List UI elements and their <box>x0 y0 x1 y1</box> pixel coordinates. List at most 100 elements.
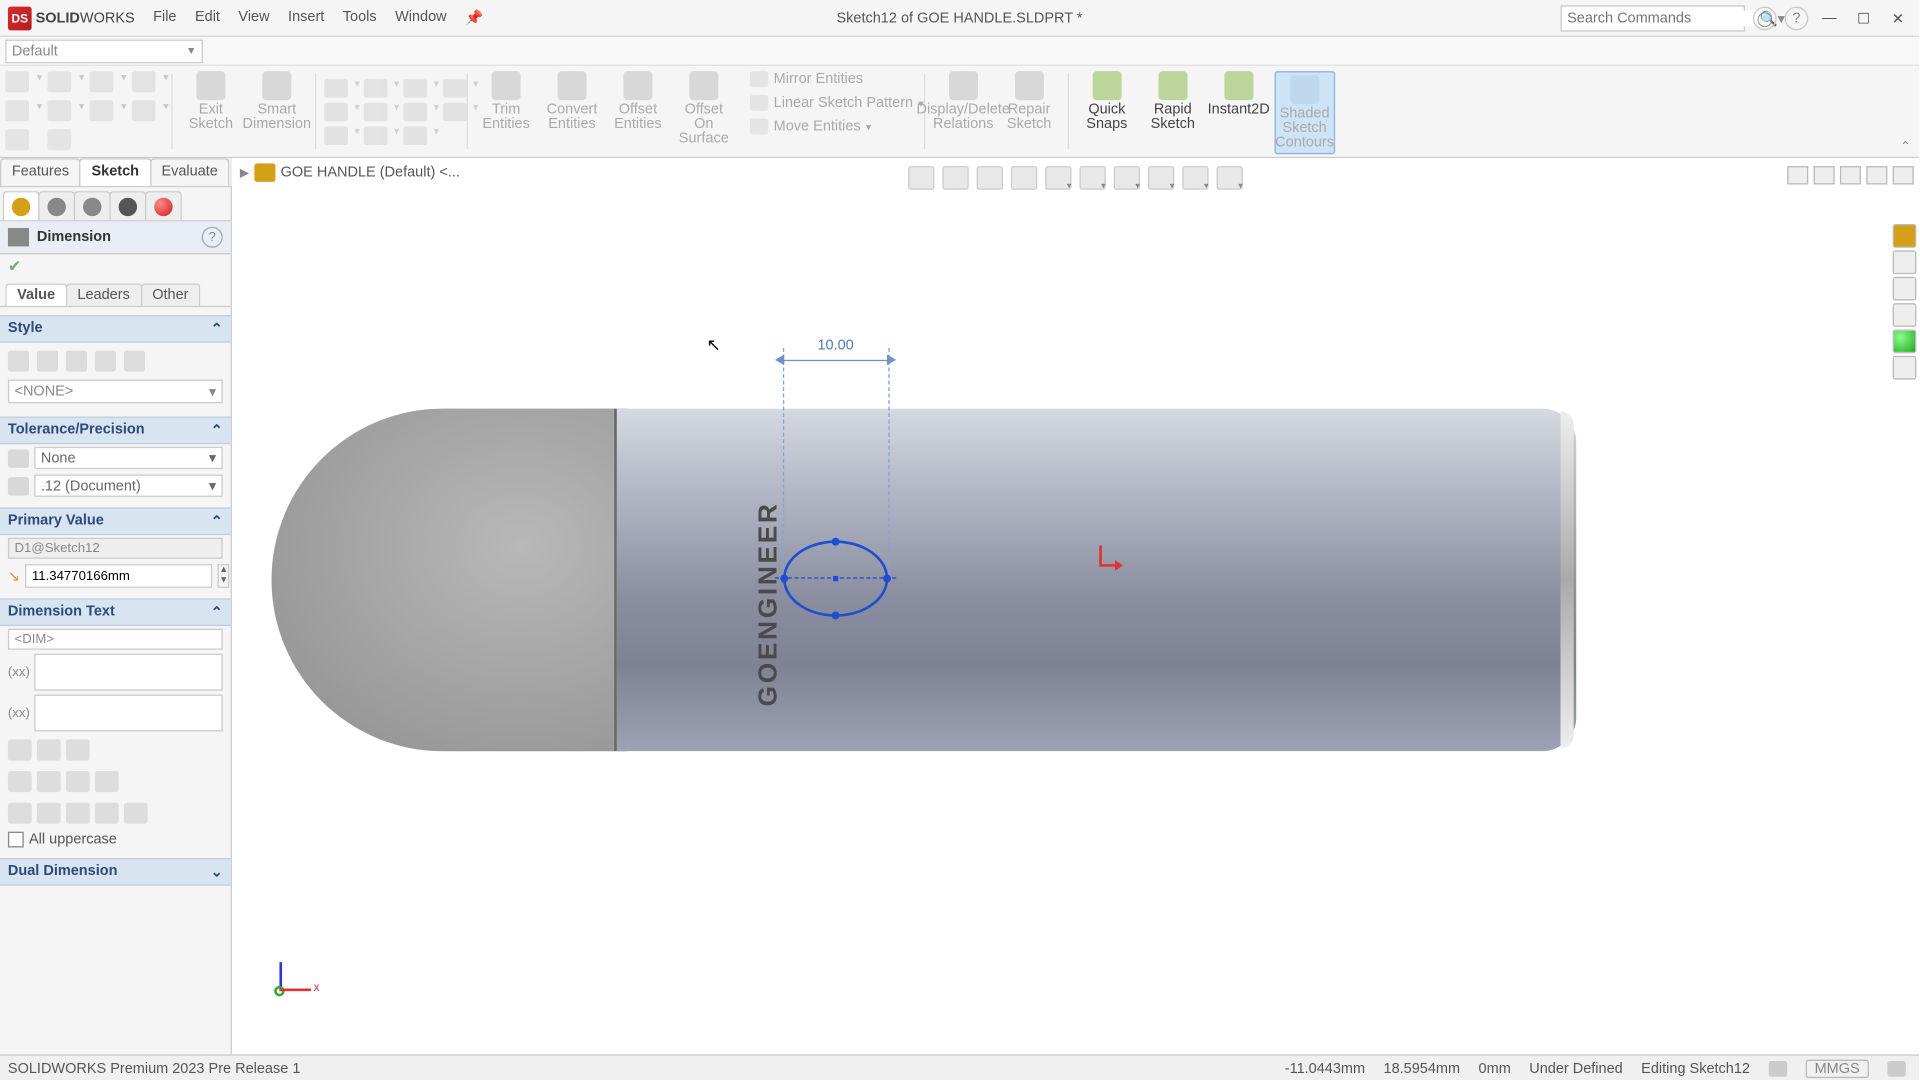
qat-icon[interactable] <box>47 100 71 121</box>
style-apply-icon[interactable] <box>8 351 29 372</box>
menu-file[interactable]: File <box>153 9 176 26</box>
slot-tool-icon[interactable] <box>364 102 388 120</box>
menu-view[interactable]: View <box>238 9 269 26</box>
dimension-text-box[interactable] <box>34 654 222 691</box>
fmt-icon[interactable] <box>124 803 148 824</box>
trim-entities-button[interactable]: Trim Entities <box>476 71 537 132</box>
qat-icon[interactable] <box>90 100 114 121</box>
user-icon[interactable]: ◯ <box>1753 7 1777 31</box>
polygon-tool-icon[interactable] <box>443 102 467 120</box>
tolerance-type-select[interactable]: None▾ <box>34 447 222 469</box>
line-tool-icon[interactable] <box>324 78 348 96</box>
panel-tab-property[interactable] <box>38 191 75 220</box>
qat-icon[interactable] <box>5 129 29 150</box>
pm-ok-button[interactable]: ✔ <box>0 254 231 278</box>
primary-value-input[interactable] <box>25 564 212 588</box>
dimension-annotation[interactable]: 10.00 <box>775 351 896 369</box>
dimension-text-input[interactable] <box>8 629 223 650</box>
tab-evaluate[interactable]: Evaluate <box>150 158 230 186</box>
point-tool-icon[interactable] <box>324 126 348 144</box>
rapid-sketch-button[interactable]: Rapid Sketch <box>1142 71 1203 132</box>
menu-edit[interactable]: Edit <box>195 9 220 26</box>
instant2d-button[interactable]: Instant2D <box>1208 71 1269 117</box>
fmt-icon[interactable] <box>8 803 32 824</box>
align-middle-icon[interactable] <box>37 771 61 792</box>
taskpane-custom-icon[interactable] <box>1893 356 1917 380</box>
qat-icon[interactable] <box>90 71 114 92</box>
edit-appearance-icon[interactable] <box>1148 166 1174 190</box>
doc-tile-icon[interactable] <box>1787 166 1808 184</box>
qat-icon[interactable] <box>47 71 71 92</box>
section-dimension-text[interactable]: Dimension Text⌃ <box>0 598 231 626</box>
align-top-icon[interactable] <box>8 771 32 792</box>
menu-insert[interactable]: Insert <box>288 9 324 26</box>
value-spinner[interactable]: ▲▼ <box>218 564 230 588</box>
align-bottom-icon[interactable] <box>66 771 90 792</box>
prefix-symbol-icon[interactable]: (xx) <box>8 665 29 679</box>
justify-left-icon[interactable] <box>8 739 32 760</box>
spline-tool-icon[interactable] <box>403 78 427 96</box>
display-style-icon[interactable] <box>1079 166 1105 190</box>
panel-tab-dimxpert[interactable] <box>109 191 146 220</box>
doc-cascade-icon[interactable] <box>1814 166 1835 184</box>
exit-sketch-button[interactable]: Exit Sketch <box>181 71 242 132</box>
qat-icon[interactable] <box>47 129 71 150</box>
fillet-tool-icon[interactable] <box>403 126 427 144</box>
doc-min-icon[interactable] <box>1840 166 1861 184</box>
section-primary-value[interactable]: Primary Value⌃ <box>0 507 231 535</box>
view-orientation-icon[interactable] <box>1045 166 1071 190</box>
configuration-select[interactable]: Default ▼ <box>5 39 203 63</box>
arc-tool-icon[interactable] <box>443 78 467 96</box>
status-rebuild-icon[interactable] <box>1768 1060 1786 1076</box>
ellipse-tool-icon[interactable] <box>403 102 427 120</box>
status-options-icon[interactable] <box>1887 1060 1905 1076</box>
taskpane-explorer-icon[interactable] <box>1893 277 1917 301</box>
doc-max-icon[interactable] <box>1866 166 1887 184</box>
taskpane-view-icon[interactable] <box>1893 303 1917 327</box>
rect-tool-icon[interactable] <box>324 102 348 120</box>
section-dual-dimension[interactable]: Dual Dimension⌄ <box>0 858 231 886</box>
display-delete-relations-button[interactable]: Display/Delete Relations <box>933 71 994 132</box>
menu-pin-icon[interactable]: 📌 <box>465 9 483 26</box>
qat-icon[interactable] <box>132 100 156 121</box>
offset-entities-button[interactable]: Offset Entities <box>608 71 669 132</box>
hide-show-icon[interactable] <box>1114 166 1140 190</box>
style-save-icon[interactable] <box>95 351 116 372</box>
taskpane-resources-icon[interactable] <box>1893 224 1917 248</box>
text-tool-icon[interactable] <box>364 126 388 144</box>
justify-center-icon[interactable] <box>37 739 61 760</box>
quick-snaps-button[interactable]: Quick Snaps <box>1077 71 1138 132</box>
apply-scene-icon[interactable] <box>1182 166 1208 190</box>
view-settings-icon[interactable] <box>1217 166 1243 190</box>
circle-tool-icon[interactable] <box>364 78 388 96</box>
search-commands[interactable]: 🔍 ▾ <box>1561 5 1746 31</box>
fmt-icon[interactable] <box>95 803 119 824</box>
subtab-value[interactable]: Value <box>5 283 67 305</box>
convert-entities-button[interactable]: Convert Entities <box>542 71 603 132</box>
dimension-text-box2[interactable] <box>34 695 222 732</box>
ribbon-collapse-icon[interactable]: ⌃ <box>1900 140 1911 154</box>
panel-tab-feature-tree[interactable] <box>3 191 40 220</box>
repair-sketch-button[interactable]: Repair Sketch <box>999 71 1060 132</box>
style-delete-icon[interactable] <box>66 351 87 372</box>
menu-window[interactable]: Window <box>395 9 447 26</box>
section-view-icon[interactable] <box>1011 166 1037 190</box>
symbol-icon[interactable] <box>95 771 119 792</box>
subtab-other[interactable]: Other <box>140 283 200 305</box>
ellipse-handle[interactable] <box>883 575 891 583</box>
link-value-icon[interactable]: ↘ <box>8 567 20 584</box>
status-units[interactable]: MMGS <box>1805 1059 1869 1077</box>
style-add-icon[interactable] <box>37 351 58 372</box>
doc-close-icon[interactable] <box>1893 166 1914 184</box>
graphics-area[interactable]: ▶ GOE HANDLE (Default) <... <box>232 158 1919 1054</box>
search-input[interactable] <box>1562 11 1760 27</box>
window-minimize[interactable]: — <box>1816 8 1842 29</box>
fmt-icon[interactable] <box>66 803 90 824</box>
section-tolerance[interactable]: Tolerance/Precision⌃ <box>0 416 231 444</box>
zoom-area-icon[interactable] <box>942 166 968 190</box>
zoom-fit-icon[interactable] <box>908 166 934 190</box>
ellipse-handle[interactable] <box>832 538 840 546</box>
mirror-entities-button[interactable]: Mirror Entities <box>750 71 924 87</box>
offset-on-surface-button[interactable]: Offset On Surface <box>673 71 734 146</box>
panel-tab-appearance[interactable] <box>145 191 182 220</box>
